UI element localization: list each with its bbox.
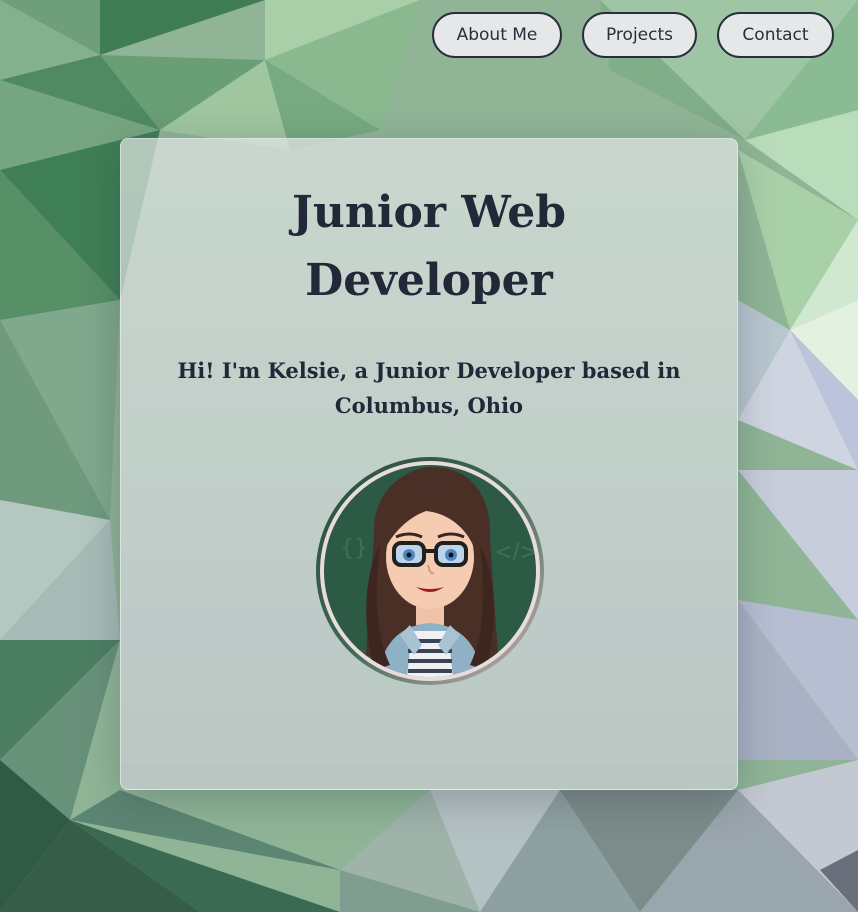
svg-text:{}: {} <box>340 536 368 561</box>
top-nav: About Me Projects Contact <box>432 12 834 58</box>
nav-contact-button[interactable]: Contact <box>717 12 834 58</box>
hero-card: Junior Web Developer Hi! I'm Kelsie, a J… <box>120 138 738 790</box>
nav-projects-button[interactable]: Projects <box>582 12 697 58</box>
intro-text: Hi! I'm Kelsie, a Junior Developer based… <box>177 358 681 418</box>
page-title: Junior Web Developer <box>292 187 566 306</box>
cartoon-avatar-icon: {} </> <box>316 457 544 685</box>
nav-about-me-button[interactable]: About Me <box>432 12 562 58</box>
svg-text:</>: </> <box>494 540 538 565</box>
